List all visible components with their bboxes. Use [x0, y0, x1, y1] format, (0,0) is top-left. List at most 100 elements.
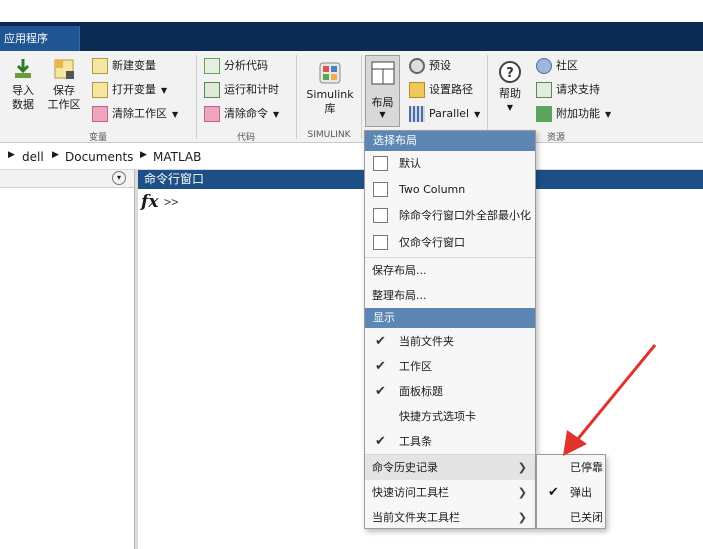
community-button[interactable]: 社区: [536, 56, 578, 76]
menu-item-command-only[interactable]: 仅命令行窗口: [365, 230, 535, 255]
menu-item-label: 仅命令行窗口: [399, 236, 465, 249]
addons-label: 附加功能: [556, 107, 600, 120]
plus-icon: [536, 106, 552, 122]
parallel-icon: [409, 106, 425, 122]
check-icon: ✔: [375, 384, 386, 399]
menu-item-label: 整理布局...: [372, 289, 427, 302]
layout-default-icon: [373, 156, 388, 171]
help-button[interactable]: ? 帮助 ▼: [494, 60, 526, 115]
analyze-code-button[interactable]: 分析代码: [204, 56, 268, 76]
simulink-library-button[interactable]: Simulink 库: [302, 61, 358, 116]
run-and-time-button[interactable]: 运行和计时: [204, 80, 279, 100]
command-prompt: >>: [164, 195, 179, 209]
submenu-item-popup[interactable]: ✔ 弹出: [537, 480, 605, 505]
save-workspace-button[interactable]: 保存 工作区: [44, 57, 84, 112]
menu-item-label: 面板标题: [399, 385, 443, 398]
workspace-save-icon: [54, 59, 74, 79]
addons-button[interactable]: 附加功能 ▼: [536, 104, 611, 124]
clear-commands-label: 清除命令: [224, 107, 268, 120]
import-data-button[interactable]: 导入 数据: [6, 57, 40, 112]
parallel-label: Parallel: [429, 107, 470, 120]
parallel-button[interactable]: Parallel ▼: [409, 104, 480, 124]
import-data-label: 导入 数据: [12, 84, 34, 111]
menu-item-label: 除命令行窗口外全部最小化: [399, 209, 531, 222]
menu-item-two-column[interactable]: Two Column: [365, 177, 535, 202]
menu-section-show: 显示: [365, 308, 535, 328]
tab-apps[interactable]: 应用程序: [0, 26, 80, 51]
chevron-down-icon: ▼: [506, 103, 514, 112]
layout-command-only-icon: [373, 235, 388, 250]
layout-button[interactable]: 布局 ▼: [365, 55, 400, 127]
menu-item-label: 工作区: [399, 360, 432, 373]
menu-item-label: 当前文件夹: [399, 335, 454, 348]
check-icon: ✔: [375, 359, 386, 374]
menu-section-select-layout: 选择布局: [365, 131, 535, 151]
chevron-down-icon: ▼: [605, 110, 612, 119]
preferences-button[interactable]: 预设: [409, 56, 451, 76]
check-icon: ✔: [375, 334, 386, 349]
request-support-button[interactable]: 请求支持: [536, 80, 600, 100]
community-label: 社区: [556, 59, 578, 72]
analyze-code-label: 分析代码: [224, 59, 268, 72]
menu-item-folder-toolbar[interactable]: 当前文件夹工具栏 ❯: [365, 505, 535, 530]
analyze-icon: [204, 58, 220, 74]
layout-minimize-icon: [373, 208, 388, 223]
menu-item-shortcuts-tab[interactable]: 快捷方式选项卡: [365, 404, 535, 429]
chevron-down-icon: ▼: [161, 86, 168, 95]
help-icon: ?: [499, 61, 521, 83]
group-divider: [196, 55, 197, 139]
folder-icon: [409, 82, 425, 98]
command-history-submenu: 已停靠 ✔ 弹出 已关闭: [536, 454, 606, 529]
check-icon: ✔: [548, 485, 559, 500]
clear-workspace-button[interactable]: 清除工作区 ▼: [92, 104, 178, 124]
layout-two-column-icon: [373, 182, 388, 197]
layout-icon: [371, 61, 395, 85]
chevron-right-icon: ❯: [517, 486, 527, 499]
panel-menu-icon[interactable]: ▾: [112, 171, 126, 185]
eraser-icon: [92, 106, 108, 122]
chevron-down-icon: ▼: [172, 110, 179, 119]
menu-item-save-layout[interactable]: 保存布局...: [365, 258, 535, 283]
menu-item-panel-titles[interactable]: ✔ 面板标题: [365, 379, 535, 404]
simulink-label: Simulink 库: [306, 88, 354, 115]
panel-header: ▾: [0, 170, 134, 188]
menu-item-minimize-all[interactable]: 除命令行窗口外全部最小化: [365, 203, 535, 228]
request-support-label: 请求支持: [556, 83, 600, 96]
submenu-item-closed[interactable]: 已关闭: [537, 505, 605, 530]
breadcrumb-item[interactable]: dell: [22, 150, 44, 164]
community-icon: [536, 58, 552, 74]
menu-item-label: 当前文件夹工具栏: [372, 511, 460, 524]
set-path-button[interactable]: 设置路径: [409, 80, 473, 100]
menu-item-quick-access-toolbar[interactable]: 快速访问工具栏 ❯: [365, 480, 535, 505]
chevron-down-icon: ▼: [474, 110, 481, 119]
breadcrumb-item[interactable]: MATLAB: [153, 150, 201, 164]
menu-item-label: 工具条: [399, 435, 432, 448]
menu-item-label: 快捷方式选项卡: [399, 410, 476, 423]
group-label-code: 代码: [236, 133, 255, 143]
menu-item-default-layout[interactable]: 默认: [365, 151, 535, 176]
clear-workspace-label: 清除工作区: [112, 107, 167, 120]
clear-commands-button[interactable]: 清除命令 ▼: [204, 104, 279, 124]
new-variable-button[interactable]: 新建变量: [92, 56, 156, 76]
breadcrumb-item[interactable]: Documents: [65, 150, 133, 164]
menu-item-command-history[interactable]: 命令历史记录 ❯: [365, 455, 535, 480]
layout-label: 布局: [371, 96, 394, 109]
group-label-resources: 资源: [546, 133, 565, 143]
svg-text:?: ?: [506, 66, 514, 81]
import-icon: [15, 59, 31, 78]
simulink-icon: [319, 62, 341, 84]
new-variable-icon: [92, 58, 108, 74]
group-divider: [361, 55, 362, 139]
submenu-item-label: 已关闭: [570, 511, 603, 524]
menu-item-workspace[interactable]: ✔ 工作区: [365, 354, 535, 379]
run-and-time-label: 运行和计时: [224, 83, 279, 96]
menu-item-current-folder[interactable]: ✔ 当前文件夹: [365, 329, 535, 354]
chevron-right-icon: ❯: [517, 461, 527, 474]
open-variable-button[interactable]: 打开变量 ▼: [92, 80, 167, 100]
menu-item-organize-layout[interactable]: 整理布局...: [365, 283, 535, 308]
tab-strip: [0, 22, 703, 51]
new-variable-label: 新建变量: [112, 59, 156, 72]
fx-icon[interactable]: fx: [141, 192, 158, 212]
submenu-item-label: 弹出: [570, 486, 592, 499]
menu-item-toolbar[interactable]: ✔ 工具条: [365, 429, 535, 454]
